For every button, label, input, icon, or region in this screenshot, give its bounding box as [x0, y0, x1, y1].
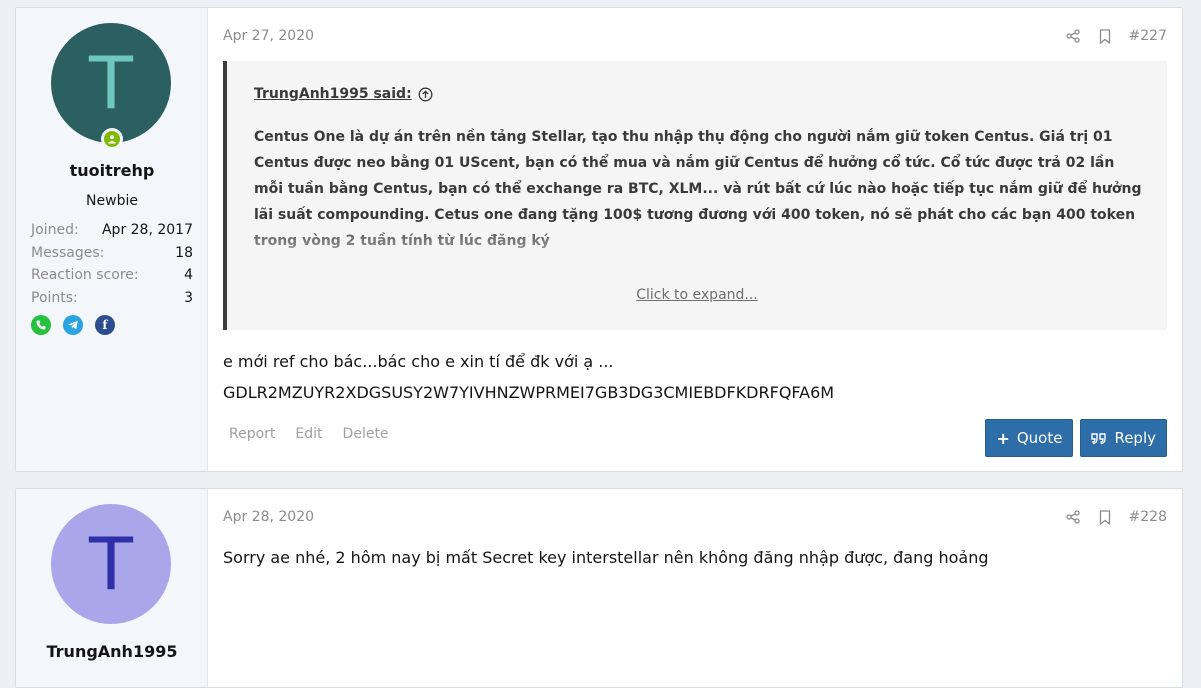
stat-value: 3 — [184, 289, 193, 306]
stat-label: Points: — [31, 289, 78, 306]
message-cell: Apr 27, 2020 #227 TrungAnh1995 said: Cen… — [208, 8, 1182, 471]
stat-value: 18 — [175, 244, 193, 261]
post-tools: #228 — [1065, 509, 1167, 525]
post-number[interactable]: #228 — [1129, 509, 1167, 525]
edit-link[interactable]: Edit — [295, 426, 322, 442]
message-line: e mới ref cho bác...bác cho e xin tí để … — [223, 352, 614, 371]
stat-joined: Joined: Apr 28, 2017 — [31, 219, 193, 242]
post-buttons: + Quote Reply — [985, 419, 1167, 457]
quote-author-label[interactable]: TrungAnh1995 said: — [254, 86, 412, 102]
stat-reaction-score: Reaction score: 4 — [31, 264, 193, 287]
bookmark-icon[interactable] — [1097, 509, 1113, 525]
stat-label: Messages: — [31, 244, 105, 261]
user-cell: T tuoitrehp Newbie Joined: Apr 28, 2017 … — [16, 8, 208, 471]
avatar[interactable]: T — [51, 23, 171, 143]
user-stats: Joined: Apr 28, 2017 Messages: 18 Reacti… — [31, 219, 193, 309]
post-number[interactable]: #227 — [1129, 28, 1167, 44]
user-title: Newbie — [86, 193, 138, 209]
post-actions: Report Edit Delete — [229, 426, 389, 442]
reply-button[interactable]: Reply — [1080, 419, 1167, 457]
quote-author[interactable]: TrungAnh1995 said: — [254, 86, 433, 102]
stat-label: Reaction score: — [31, 267, 139, 283]
delete-link[interactable]: Delete — [343, 426, 389, 442]
social-links: f — [31, 315, 115, 335]
message-body: Sorry ae nhé, 2 hôm nay bị mất Secret ke… — [223, 548, 989, 567]
username[interactable]: tuoitrehp — [16, 161, 208, 180]
post-227: T tuoitrehp Newbie Joined: Apr 28, 2017 … — [15, 7, 1183, 472]
expand-link[interactable]: Click to expand... — [227, 287, 1167, 303]
post-tools: #227 — [1065, 28, 1167, 44]
online-status-icon — [101, 128, 123, 150]
share-icon[interactable] — [1065, 509, 1081, 525]
report-link[interactable]: Report — [229, 426, 275, 442]
arrow-up-circle-icon[interactable] — [418, 87, 433, 102]
plus-icon: + — [996, 428, 1010, 448]
stat-points: Points: 3 — [31, 287, 193, 310]
quote-button[interactable]: + Quote — [985, 419, 1074, 457]
quote-block: TrungAnh1995 said: Centus One là dự án t… — [223, 61, 1167, 330]
message-body: e mới ref cho bác...bác cho e xin tí để … — [223, 346, 834, 408]
bookmark-icon[interactable] — [1097, 28, 1113, 44]
stat-value: 4 — [184, 267, 193, 283]
avatar[interactable]: T — [51, 504, 171, 624]
user-cell: T TrungAnh1995 — [16, 489, 208, 687]
quote-button-label: Quote — [1016, 429, 1063, 447]
post-date[interactable]: Apr 28, 2020 — [223, 509, 314, 525]
share-icon[interactable] — [1065, 28, 1081, 44]
username[interactable]: TrungAnh1995 — [16, 642, 208, 661]
message-cell: Apr 28, 2020 #228 Sorry ae nhé, 2 hôm na… — [208, 489, 1182, 687]
quote-fade — [227, 221, 1167, 281]
stat-label: Joined: — [31, 222, 79, 238]
reply-button-label: Reply — [1114, 429, 1156, 447]
reply-quote-icon — [1091, 433, 1107, 445]
telegram-icon[interactable] — [63, 315, 83, 335]
post-228: T TrungAnh1995 Apr 28, 2020 #228 Sorry a… — [15, 488, 1183, 688]
phone-icon[interactable] — [31, 315, 51, 335]
stat-value: Apr 28, 2017 — [101, 222, 193, 238]
message-line: GDLR2MZUYR2XDGSUSY2W7YIVHNZWPRMEI7GB3DG3… — [223, 383, 835, 402]
facebook-icon[interactable]: f — [95, 315, 115, 335]
post-date[interactable]: Apr 27, 2020 — [223, 28, 314, 44]
stat-messages: Messages: 18 — [31, 242, 193, 265]
